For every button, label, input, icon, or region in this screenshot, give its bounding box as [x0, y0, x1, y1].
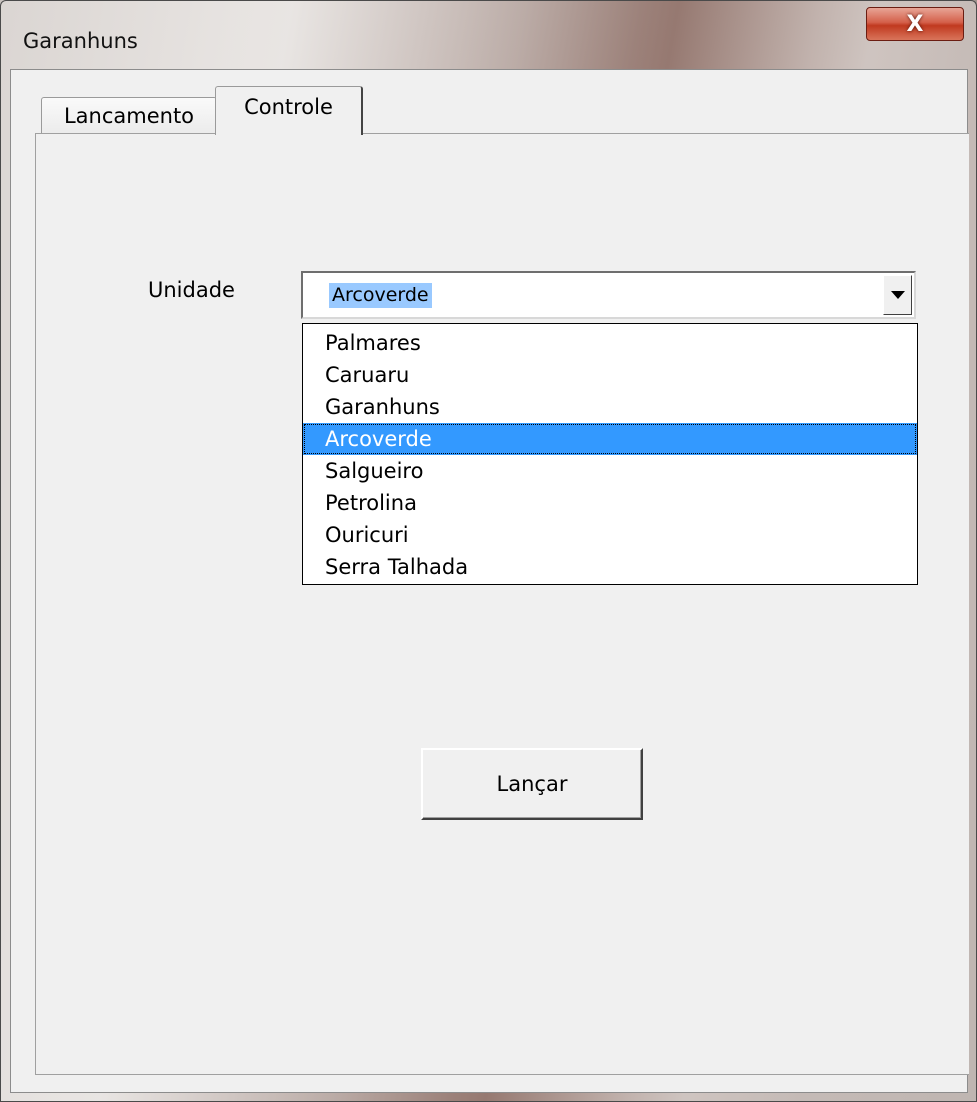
tab-lancamento[interactable]: Lancamento	[41, 97, 217, 134]
window-title: Garanhuns	[23, 29, 138, 53]
tab-panel-controle: Unidade Arcoverde Palmares Caruaru Garan…	[35, 133, 969, 1075]
unidade-dropdown-button[interactable]	[883, 275, 912, 315]
dropdown-option-arcoverde[interactable]: Arcoverde	[303, 423, 917, 455]
dialog-client-area: Lancamento Controle Unidade Arcoverde Pa…	[10, 69, 969, 1093]
active-tab-connector	[216, 132, 361, 136]
lancar-button[interactable]: Lançar	[421, 748, 643, 820]
unidade-label: Unidade	[148, 278, 235, 302]
unidade-combobox-value[interactable]: Arcoverde	[329, 283, 432, 308]
dropdown-option-caruaru[interactable]: Caruaru	[303, 359, 917, 391]
chevron-down-icon	[890, 291, 905, 299]
close-icon: X	[906, 11, 924, 37]
dialog-window: Garanhuns X Lancamento Controle Unidade …	[0, 0, 977, 1102]
dropdown-option-serra-talhada[interactable]: Serra Talhada	[303, 551, 917, 583]
unidade-dropdown-list: Palmares Caruaru Garanhuns Arcoverde Sal…	[302, 323, 918, 585]
dropdown-option-salgueiro[interactable]: Salgueiro	[303, 455, 917, 487]
unidade-combobox[interactable]: Arcoverde	[301, 271, 916, 319]
tab-controle[interactable]: Controle	[215, 86, 363, 135]
dropdown-option-garanhuns[interactable]: Garanhuns	[303, 391, 917, 423]
dropdown-option-ouricuri[interactable]: Ouricuri	[303, 519, 917, 551]
dropdown-option-petrolina[interactable]: Petrolina	[303, 487, 917, 519]
close-button[interactable]: X	[866, 7, 964, 41]
dropdown-option-palmares[interactable]: Palmares	[303, 327, 917, 359]
